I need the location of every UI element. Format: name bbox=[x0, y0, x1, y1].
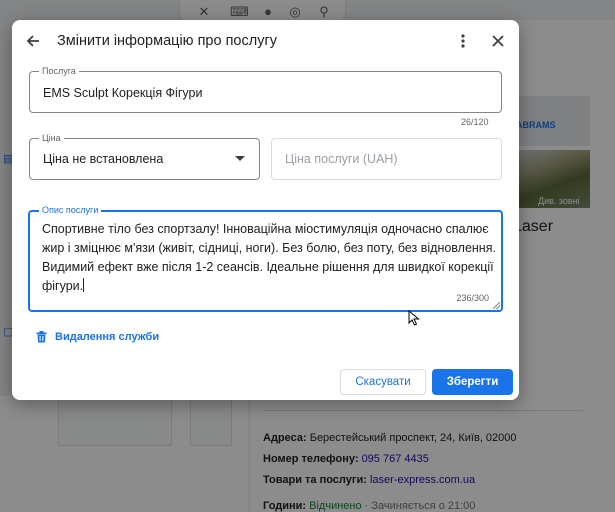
price-type-select[interactable]: Ціна Ціна не встановлена bbox=[29, 132, 260, 180]
back-button[interactable] bbox=[21, 29, 45, 53]
close-button[interactable] bbox=[486, 29, 510, 53]
arrow-left-icon bbox=[26, 35, 39, 47]
more-vert-icon bbox=[461, 34, 465, 48]
service-name-counter: 26/120 bbox=[461, 117, 489, 127]
delete-service-button[interactable]: Видалення служби bbox=[36, 331, 159, 343]
chevron-down-icon bbox=[235, 156, 245, 161]
price-amount-placeholder: Ціна послуги (UAH) bbox=[285, 152, 398, 166]
more-options-button[interactable] bbox=[451, 29, 475, 53]
trash-icon bbox=[36, 331, 47, 343]
edit-service-dialog: Змінити інформацію про послугу Послуга E… bbox=[12, 20, 519, 400]
delete-service-label: Видалення служби bbox=[55, 331, 160, 343]
service-name-value: EMS Sculpt Корекція Фігури bbox=[43, 86, 203, 100]
cancel-button[interactable]: Скасувати bbox=[340, 369, 426, 395]
price-type-label: Ціна bbox=[39, 132, 64, 144]
service-description-value: Спортивне тіло без спортзалу! Інноваційн… bbox=[42, 222, 496, 293]
service-description-label: Опис послуги bbox=[39, 204, 102, 216]
price-amount-input[interactable]: Ціна послуги (UAH) bbox=[271, 138, 502, 180]
dialog-title: Змінити інформацію про послугу bbox=[57, 33, 277, 49]
resize-handle[interactable] bbox=[493, 302, 500, 309]
service-description-text: Спортивне тіло без спортзалу! Інноваційн… bbox=[42, 220, 502, 296]
save-button[interactable]: Зберегти bbox=[432, 369, 513, 395]
dialog-header: Змінити інформацію про послугу bbox=[12, 20, 519, 62]
service-name-label: Послуга bbox=[39, 65, 79, 77]
mouse-cursor-icon bbox=[408, 310, 420, 326]
close-icon bbox=[492, 35, 504, 47]
price-type-value: Ціна не встановлена bbox=[43, 152, 164, 166]
text-caret bbox=[83, 278, 85, 292]
service-name-field[interactable]: Послуга EMS Sculpt Корекція Фігури bbox=[29, 65, 502, 113]
service-description-counter: 236/300 bbox=[456, 293, 489, 303]
service-description-textarea[interactable]: Опис послуги Спортивне тіло без спортзал… bbox=[28, 204, 503, 312]
